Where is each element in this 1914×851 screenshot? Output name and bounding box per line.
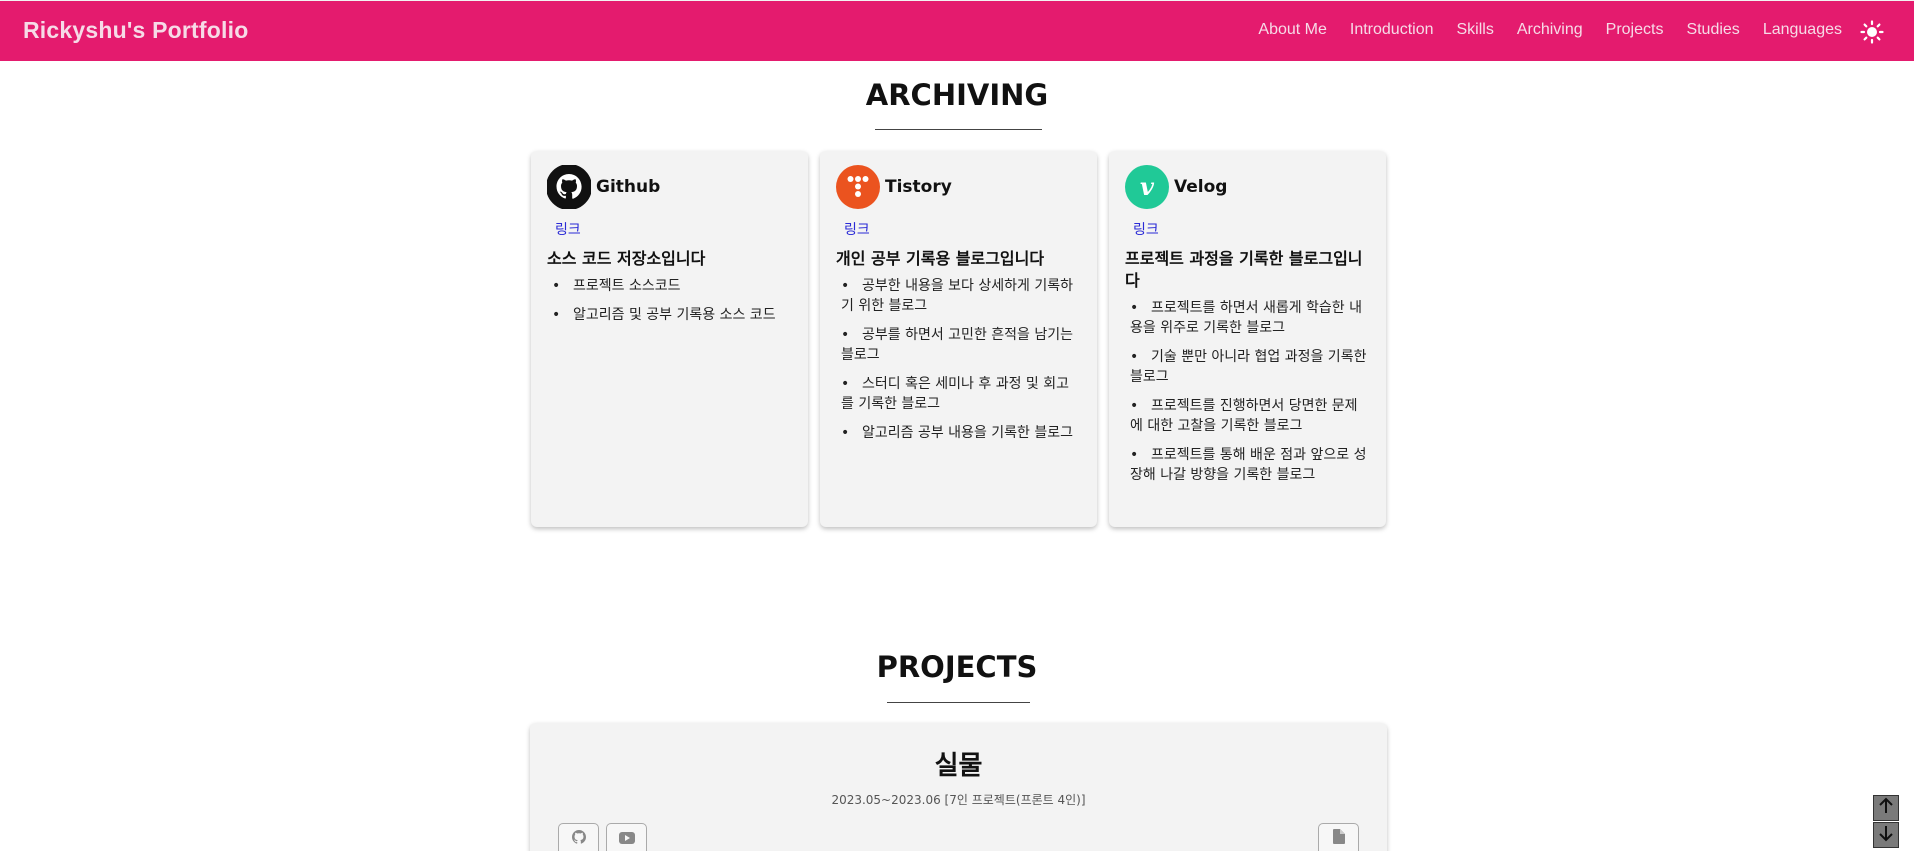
card-description: 프로젝트 과정을 기록한 블로그입니다	[1125, 249, 1363, 290]
card-link[interactable]: 링크	[555, 219, 792, 239]
card-header: Github	[547, 165, 792, 209]
card-link[interactable]: 링크	[844, 219, 1081, 239]
projects-title: PROJECTS	[876, 650, 1038, 684]
list-item: 프로젝트 소스코드	[547, 276, 792, 296]
project-github-button[interactable]	[558, 823, 599, 851]
project-document-button[interactable]	[1318, 823, 1359, 851]
archiving-title-underline	[875, 129, 1042, 130]
site-brand[interactable]: Rickyshu's Portfolio	[23, 17, 248, 44]
archiving-title: ARCHIVING	[865, 78, 1049, 112]
card-bullet-list: 공부한 내용을 보다 상세하게 기록하기 위한 블로그 공부를 하면서 고민한 …	[836, 276, 1081, 443]
nav-languages[interactable]: Languages	[1763, 21, 1842, 39]
nav-archiving[interactable]: Archiving	[1517, 21, 1583, 39]
list-item: 공부한 내용을 보다 상세하게 기록하기 위한 블로그	[836, 276, 1081, 316]
sun-icon[interactable]	[1860, 20, 1884, 44]
velog-icon: v	[1125, 165, 1169, 209]
list-item: 프로젝트를 통해 배운 점과 앞으로 성장해 나갈 방향을 기록한 블로그	[1125, 445, 1370, 485]
nav-about-me[interactable]: About Me	[1258, 21, 1326, 39]
archive-card-tistory: Tistory 링크 개인 공부 기록용 블로그입니다 공부한 내용을 보다 상…	[820, 151, 1097, 527]
youtube-icon	[618, 829, 635, 851]
nav-links: About Me Introduction Skills Archiving P…	[1258, 21, 1842, 39]
card-header: v Velog	[1125, 165, 1370, 209]
list-item: 프로젝트를 하면서 새롭게 학습한 내용을 위주로 기록한 블로그	[1125, 298, 1370, 338]
card-title: Tistory	[885, 177, 952, 197]
project-title: 실물	[934, 751, 983, 781]
list-item: 기술 뿐만 아니라 협업 과정을 기록한 블로그	[1125, 347, 1370, 387]
list-item: 알고리즘 및 공부 기록용 소스 코드	[547, 305, 792, 325]
projects-title-underline	[887, 702, 1030, 703]
arrow-down-icon	[1878, 824, 1894, 846]
svg-text:v: v	[1140, 172, 1155, 201]
scroll-down-button[interactable]	[1873, 822, 1899, 848]
card-link[interactable]: 링크	[1133, 219, 1370, 239]
scroll-up-button[interactable]	[1873, 795, 1899, 821]
archive-card-velog: v Velog 링크 프로젝트 과정을 기록한 블로그입니다 프로젝트를 하면서…	[1109, 151, 1386, 527]
github-icon	[571, 829, 586, 851]
list-item: 공부를 하면서 고민한 흔적을 남기는 블로그	[836, 325, 1081, 365]
list-item: 스터디 혹은 세미나 후 과정 및 회고를 기록한 블로그	[836, 374, 1081, 414]
card-header: Tistory	[836, 165, 1081, 209]
card-description: 개인 공부 기록용 블로그입니다	[836, 249, 1045, 268]
tistory-icon	[836, 165, 880, 209]
document-icon	[1332, 829, 1345, 851]
card-title: Velog	[1174, 177, 1228, 197]
project-video-button[interactable]	[606, 823, 647, 851]
nav-skills[interactable]: Skills	[1456, 21, 1493, 39]
card-bullet-list: 프로젝트 소스코드 알고리즘 및 공부 기록용 소스 코드	[547, 276, 792, 325]
top-navbar: Rickyshu's Portfolio About Me Introducti…	[0, 0, 1914, 61]
nav-studies[interactable]: Studies	[1686, 21, 1739, 39]
archive-card-github: Github 링크 소스 코드 저장소입니다 프로젝트 소스코드 알고리즘 및 …	[531, 151, 808, 527]
project-card: 실물 2023.05~2023.06 [7인 프로젝트(프론트 4인)]	[530, 723, 1387, 851]
list-item: 알고리즘 공부 내용을 기록한 블로그	[836, 423, 1081, 443]
nav-introduction[interactable]: Introduction	[1350, 21, 1434, 39]
github-icon	[547, 165, 591, 209]
card-bullet-list: 프로젝트를 하면서 새롭게 학습한 내용을 위주로 기록한 블로그 기술 뿐만 …	[1125, 298, 1370, 485]
list-item: 프로젝트를 진행하면서 당면한 문제에 대한 고찰을 기록한 블로그	[1125, 396, 1370, 436]
project-meta: 2023.05~2023.06 [7인 프로젝트(프론트 4인)]	[831, 793, 1086, 807]
arrow-up-icon	[1878, 797, 1894, 819]
card-title: Github	[596, 177, 661, 197]
nav-projects[interactable]: Projects	[1606, 21, 1664, 39]
card-description: 소스 코드 저장소입니다	[547, 249, 706, 268]
